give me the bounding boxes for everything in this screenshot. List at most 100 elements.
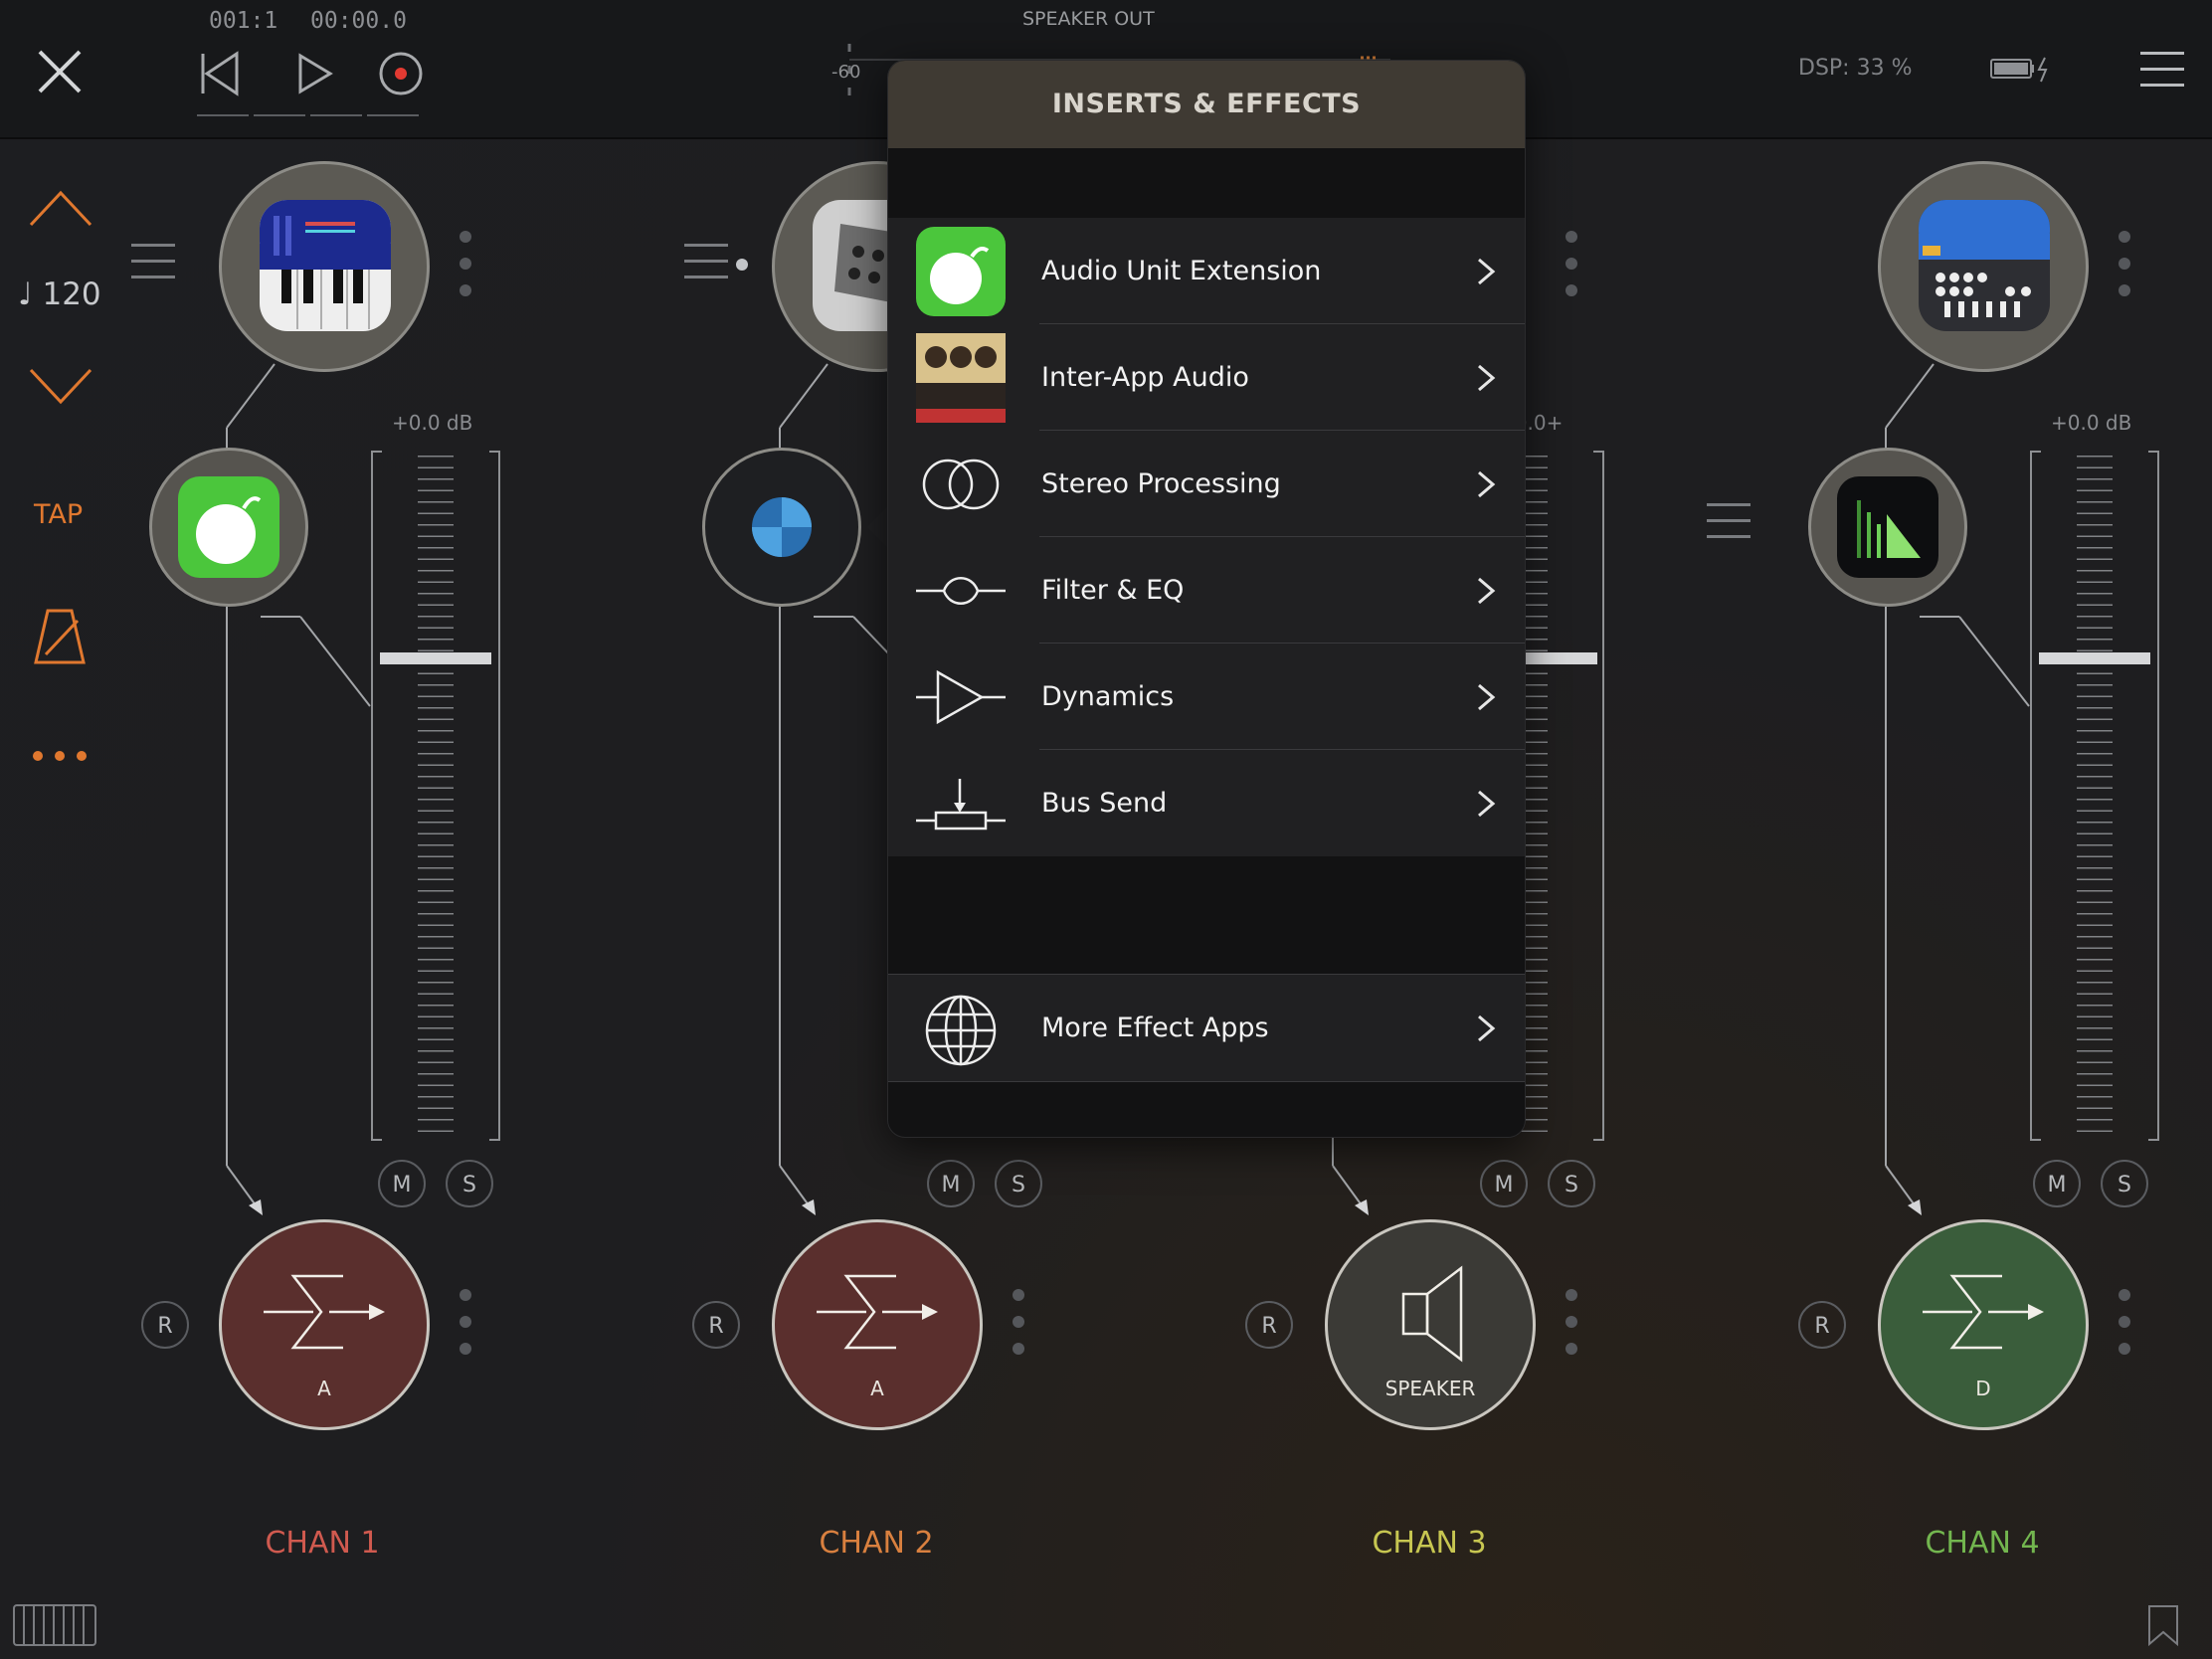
bookmark-icon[interactable] bbox=[2146, 1603, 2180, 1647]
chan2-effect-slot[interactable] bbox=[702, 448, 861, 607]
chan2-solo-button[interactable]: S bbox=[995, 1160, 1042, 1207]
popover-title: INSERTS & EFFECTS bbox=[888, 61, 1525, 148]
chan3-output-node[interactable]: SPEAKER bbox=[1325, 1219, 1536, 1430]
menu-item-label: Inter-App Audio bbox=[1041, 362, 1249, 393]
chan1-menu-icon[interactable] bbox=[131, 244, 175, 291]
chevron-right-icon bbox=[1478, 683, 1496, 711]
app-root: 001:1 00:00.0 SPEAKER OUT -60 DSP: 33 % bbox=[0, 0, 2212, 1659]
chan4-fader-handle[interactable] bbox=[2039, 652, 2150, 664]
chan1-mute-button[interactable]: M bbox=[378, 1160, 426, 1207]
chan4-solo-button[interactable]: S bbox=[2101, 1160, 2148, 1207]
menu-item-label: Stereo Processing bbox=[1041, 468, 1281, 499]
chan4-effect-node[interactable] bbox=[1808, 448, 1967, 607]
tempo-display[interactable]: ♩ 120 bbox=[18, 276, 101, 312]
chan1-output-label: A bbox=[317, 1377, 331, 1400]
chevron-right-icon bbox=[1478, 470, 1496, 498]
chan3-label[interactable]: CHAN 3 bbox=[1300, 1526, 1559, 1561]
chan4-label[interactable]: CHAN 4 bbox=[1853, 1526, 2112, 1561]
chan4-mute-button[interactable]: M bbox=[2033, 1160, 2081, 1207]
keyboard-icon[interactable] bbox=[12, 1603, 97, 1647]
chevron-right-icon bbox=[1478, 790, 1496, 818]
position-readout: 001:1 bbox=[209, 8, 278, 34]
audio-unit-bomb-icon bbox=[916, 227, 1006, 316]
chevron-right-icon bbox=[1478, 577, 1496, 605]
eq-analyzer-app-icon bbox=[1837, 476, 1938, 578]
chan2-menu-icon[interactable] bbox=[684, 244, 728, 291]
more-options-icon[interactable] bbox=[30, 744, 90, 768]
chan3-record-arm-button[interactable]: R bbox=[1245, 1301, 1293, 1349]
chan1-volume-fader[interactable] bbox=[368, 448, 503, 1146]
chan3-output-label: SPEAKER bbox=[1384, 1377, 1476, 1400]
time-readout: 00:00.0 bbox=[310, 8, 407, 34]
metronome-icon[interactable] bbox=[32, 607, 88, 666]
tap-tempo-button[interactable]: TAP bbox=[34, 499, 83, 530]
chan3-instrument-options-icon[interactable] bbox=[1566, 231, 1577, 311]
meter-title: SPEAKER OUT bbox=[1022, 8, 1155, 30]
bus-send-icon bbox=[916, 779, 1006, 830]
chevron-right-icon bbox=[1478, 258, 1496, 285]
menu-item-label: Dynamics bbox=[1041, 681, 1175, 712]
chan4-instrument-options-icon[interactable] bbox=[2119, 231, 2130, 311]
chan1-instrument-node[interactable] bbox=[219, 161, 430, 372]
chan4-volume-fader[interactable] bbox=[2027, 448, 2162, 1146]
chan3-signal-lines bbox=[1332, 1138, 1369, 1215]
chan1-output-node[interactable]: A bbox=[219, 1219, 430, 1430]
menu-item-more-effect-apps[interactable]: More Effect Apps bbox=[888, 974, 1525, 1082]
chan2-output-options-icon[interactable] bbox=[1013, 1289, 1024, 1370]
chan2-mute-button[interactable]: M bbox=[927, 1160, 975, 1207]
chevron-right-icon bbox=[1478, 1014, 1496, 1042]
synth-keyboard-app-icon bbox=[260, 200, 391, 331]
chan1-instrument-options-icon[interactable] bbox=[460, 231, 471, 311]
dsp-readout: DSP: 33 % bbox=[1798, 56, 1913, 81]
audio-unit-bomb-icon bbox=[178, 476, 279, 578]
menu-item-label: More Effect Apps bbox=[1041, 1013, 1269, 1043]
chan4-output-label: D bbox=[1975, 1377, 1991, 1400]
chan2-label[interactable]: CHAN 2 bbox=[747, 1526, 1006, 1561]
menu-item-stereo-processing[interactable]: Stereo Processing bbox=[888, 431, 1525, 537]
chan2-record-arm-button[interactable]: R bbox=[692, 1301, 740, 1349]
chan2-output-node[interactable]: A bbox=[772, 1219, 983, 1430]
chan1-effect-node[interactable] bbox=[149, 448, 308, 607]
sum-bus-icon bbox=[817, 1274, 938, 1350]
chan2-output-label: A bbox=[870, 1377, 884, 1400]
chan3-mute-button[interactable]: M bbox=[1480, 1160, 1528, 1207]
filter-eq-icon bbox=[916, 577, 1006, 605]
chan1-label[interactable]: CHAN 1 bbox=[193, 1526, 452, 1561]
dynamics-triangle-icon bbox=[916, 669, 1006, 725]
tempo-up-icon[interactable] bbox=[28, 189, 93, 229]
chan4-gain-readout: +0.0 dB bbox=[2051, 411, 2132, 435]
close-icon[interactable] bbox=[36, 48, 84, 95]
chan3-fader-handle[interactable] bbox=[1522, 652, 1597, 664]
stereo-rings-icon bbox=[922, 459, 1000, 510]
globe-icon bbox=[925, 995, 997, 1066]
chan1-record-arm-button[interactable]: R bbox=[141, 1301, 189, 1349]
chan4-record-arm-button[interactable]: R bbox=[1798, 1301, 1846, 1349]
record-icon[interactable] bbox=[379, 52, 423, 95]
chan3-solo-button[interactable]: S bbox=[1548, 1160, 1595, 1207]
inserts-effects-popover: INSERTS & EFFECTS Audio Unit Extension I… bbox=[887, 60, 1526, 1138]
tempo-down-icon[interactable] bbox=[28, 366, 93, 406]
chan4-output-options-icon[interactable] bbox=[2119, 1289, 2130, 1370]
amplitube-app-icon bbox=[916, 333, 1006, 423]
chan1-output-options-icon[interactable] bbox=[460, 1289, 471, 1370]
menu-item-audio-unit-extension[interactable]: Audio Unit Extension bbox=[888, 218, 1525, 324]
chevron-right-icon bbox=[1478, 364, 1496, 392]
menu-item-filter-eq[interactable]: Filter & EQ bbox=[888, 537, 1525, 644]
main-menu-icon[interactable] bbox=[2140, 52, 2184, 99]
chan4-menu-icon[interactable] bbox=[1707, 503, 1751, 551]
chan4-instrument-node[interactable] bbox=[1878, 161, 2089, 372]
speaker-icon bbox=[1401, 1265, 1463, 1363]
chan4-output-node[interactable]: D bbox=[1878, 1219, 2089, 1430]
rewind-icon[interactable] bbox=[201, 51, 239, 96]
play-icon[interactable] bbox=[298, 53, 333, 94]
menu-item-label: Bus Send bbox=[1041, 788, 1168, 819]
sum-bus-icon bbox=[1923, 1274, 2044, 1350]
chan1-fader-handle[interactable] bbox=[380, 652, 491, 664]
note-icon: ♩ bbox=[18, 276, 33, 312]
menu-item-dynamics[interactable]: Dynamics bbox=[888, 644, 1525, 750]
menu-item-bus-send[interactable]: Bus Send bbox=[888, 750, 1525, 856]
menu-item-inter-app-audio[interactable]: Inter-App Audio bbox=[888, 324, 1525, 431]
transport-controls bbox=[197, 51, 424, 116]
chan3-output-options-icon[interactable] bbox=[1566, 1289, 1577, 1370]
chan1-solo-button[interactable]: S bbox=[446, 1160, 493, 1207]
